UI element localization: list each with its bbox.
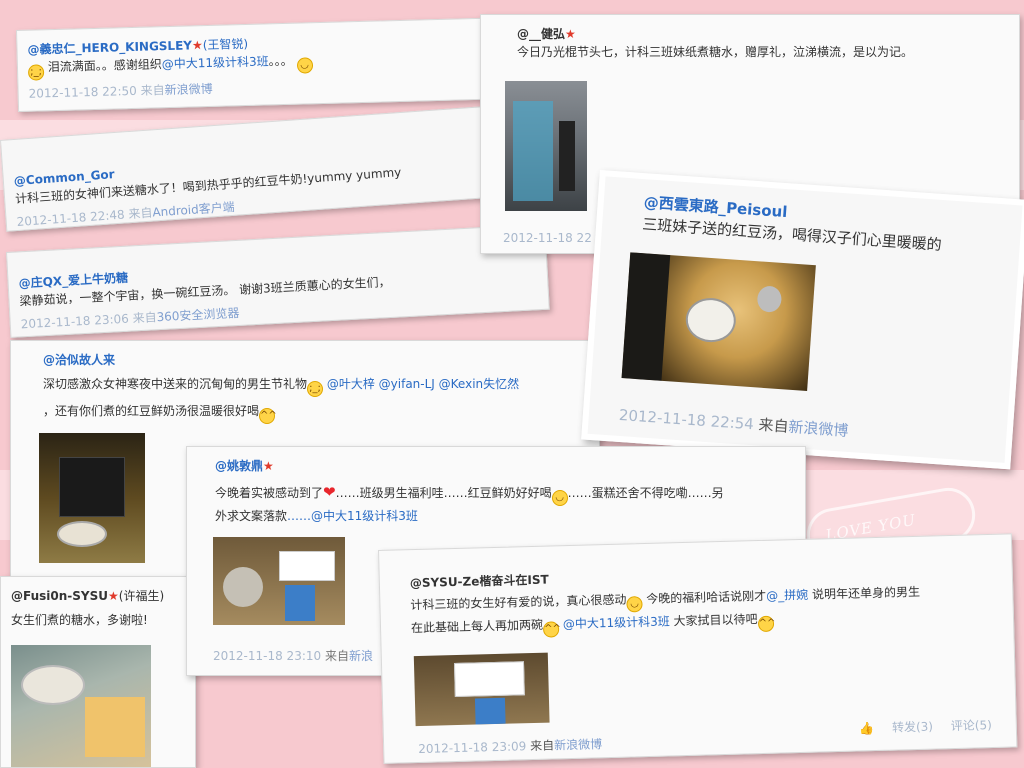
post-username[interactable]: @SYSU-Ze楷奋斗在IST: [410, 573, 549, 591]
post-time[interactable]: 2012-11-18 22: [503, 231, 592, 245]
post-photo[interactable]: [39, 433, 145, 563]
post-actions: 👍 转发(3) 评论(5): [845, 716, 992, 737]
post-text: 外求文案落款: [215, 509, 288, 523]
post-mention-link[interactable]: @_拼婉: [766, 588, 808, 603]
via-label: 来自: [324, 649, 349, 663]
vip-star-icon: ★: [191, 38, 203, 53]
via-label: 来自: [757, 415, 790, 436]
post-time[interactable]: 2012-11-18 22:54: [618, 406, 754, 433]
post-text: 今晚的福利哈话说刚才: [646, 588, 767, 606]
post-text: 大家拭目以待吧: [673, 612, 758, 629]
weibo-post-card: @義忠仁_HERO_KINGSLEY★(王智锐) ;_; 泪流满面。。感谢组织@…: [16, 17, 488, 112]
post-text: ，还有你们煮的红豆鲜奶汤很温暖很好喝: [43, 404, 260, 418]
post-text: 女生们煮的糖水，多谢啦!: [11, 613, 148, 627]
heart-icon: ❤: [323, 483, 336, 501]
post-source-link[interactable]: Android客户端: [152, 200, 235, 220]
post-photo[interactable]: [413, 652, 550, 727]
weibo-post-card: @庄QX_爱上牛奶糖 梁静茹说，一整个宇宙，换一碗红豆汤。 谢谢3班兰质蕙心的女…: [6, 223, 550, 338]
crying-emoji-icon: ;_;: [307, 381, 324, 397]
post-time[interactable]: 2012-11-18 22:48: [16, 208, 125, 230]
blush-emoji-icon: ^^: [259, 408, 277, 424]
like-icon[interactable]: 👍: [859, 721, 874, 735]
post-time[interactable]: 2012-11-18 22:50: [28, 84, 136, 101]
via-label: 来自: [140, 83, 165, 98]
post-realname: (王智锐): [202, 36, 249, 53]
weibo-post-card: @西雲東路_Peisoul 三班妹子送的红豆汤，喝得汉子们心里暖暖的 2012-…: [581, 170, 1024, 470]
vip-star-icon: ★: [108, 589, 119, 603]
post-mention-links[interactable]: @叶大梓 @yifan-LJ @Kexin失忆然: [327, 377, 519, 391]
post-text: 计科三班的女生好有爱的说，真心很感动: [410, 592, 627, 613]
via-label: 来自: [132, 310, 157, 326]
post-mention-link[interactable]: ……@中大11级计科3班: [287, 509, 418, 523]
post-source-link[interactable]: 新浪: [349, 649, 373, 663]
post-username[interactable]: @Fusi0n-SYSU: [11, 589, 108, 603]
smile-emoji-icon: ◡: [626, 596, 643, 613]
post-source-link[interactable]: 新浪微博: [554, 737, 602, 752]
comment-button[interactable]: 评论(5): [951, 718, 992, 733]
crying-emoji-icon: ;_;: [27, 64, 45, 81]
post-username[interactable]: @姚敦鼎: [215, 459, 263, 473]
weibo-post-card: @SYSU-Ze楷奋斗在IST 计科三班的女生好有爱的说，真心很感动 ◡ 今晚的福…: [378, 533, 1018, 764]
post-time[interactable]: 2012-11-18 23:09: [418, 739, 526, 756]
post-text: 今晚着实被感动到了: [215, 486, 324, 500]
post-text: 。。。: [268, 53, 293, 69]
post-text: 说明年还单身的男生: [811, 584, 921, 602]
post-photo[interactable]: [505, 81, 587, 211]
post-text: 泪流满面。。感谢组织: [47, 57, 162, 75]
vip-star-icon: ★: [565, 27, 576, 41]
blush-emoji-icon: ^^: [757, 615, 776, 633]
post-text: ……蛋糕还舍不得吃嘞……另: [567, 486, 724, 500]
post-username[interactable]: @洽似故人来: [43, 353, 115, 367]
post-photo[interactable]: [213, 537, 345, 625]
post-text: ……班级男生福利哇……红豆鲜奶好好喝: [335, 486, 552, 500]
vip-star-icon: ★: [263, 459, 274, 473]
weibo-post-card: @Fusi0n-SYSU★(许福生) 女生们煮的糖水，多谢啦!: [0, 576, 196, 768]
post-photo[interactable]: [621, 252, 816, 391]
post-source-link[interactable]: 新浪微博: [788, 418, 849, 440]
post-mention-link[interactable]: @中大11级计科3班: [563, 614, 670, 631]
post-text: 深切感激众女神寒夜中送来的沉甸甸的男生节礼物: [43, 377, 308, 391]
post-photo[interactable]: [11, 645, 151, 767]
post-source-link[interactable]: 新浪微博: [164, 82, 212, 97]
grin-emoji-icon: ◡: [296, 57, 313, 74]
repost-button[interactable]: 转发(3): [892, 720, 933, 735]
blush-emoji-icon: ^^: [542, 621, 561, 638]
post-source-link[interactable]: 360安全浏览器: [156, 306, 240, 324]
post-time[interactable]: 2012-11-18 23:10: [213, 649, 321, 663]
via-label: 来自: [127, 205, 153, 222]
post-text: 今日乃光棍节头七，计科三班妹纸煮糖水，赠厚礼，泣涕横流，是以为记。: [517, 45, 914, 59]
happy-emoji-icon: ◡: [551, 490, 568, 506]
post-time[interactable]: 2012-11-18 23:06: [20, 312, 129, 332]
post-text: 在此基础上每人再加两碗: [410, 617, 544, 636]
via-label: 来自: [529, 738, 555, 754]
post-mention-link[interactable]: @中大11级计科3班: [162, 54, 269, 71]
post-username[interactable]: @__健弘: [517, 27, 565, 41]
post-realname: (许福生): [118, 589, 165, 603]
